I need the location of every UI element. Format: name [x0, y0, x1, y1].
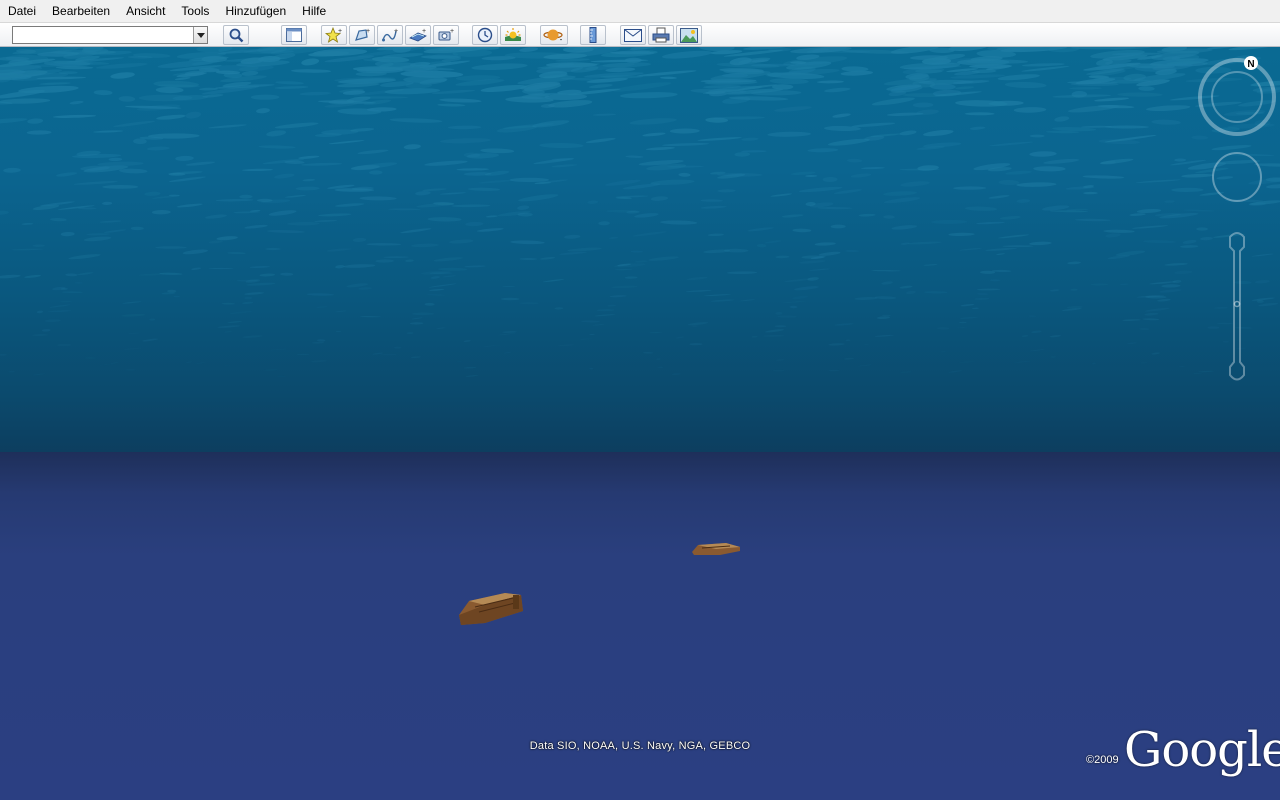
- svg-text:+: +: [422, 28, 426, 35]
- map-view[interactable]: N Data SIO, NOAA, U.S. Navy, NGA, GEBCO …: [0, 47, 1280, 800]
- menu-tools[interactable]: Tools: [173, 0, 217, 22]
- chevron-down-icon: [196, 32, 205, 38]
- menu-hinzufuegen[interactable]: Hinzufügen: [217, 0, 294, 22]
- menu-bar: Datei Bearbeiten Ansicht Tools Hinzufüge…: [0, 0, 1280, 22]
- svg-text:+: +: [394, 28, 398, 35]
- look-joystick[interactable]: [1198, 58, 1276, 136]
- sun-icon: [505, 28, 521, 41]
- svg-text:+: +: [366, 28, 370, 35]
- search-button[interactable]: [223, 25, 249, 45]
- add-placemark-button[interactable]: +: [321, 25, 347, 45]
- sidebar-toggle-button[interactable]: [281, 25, 307, 45]
- google-logo: Google: [1124, 722, 1280, 778]
- envelope-icon: [624, 28, 642, 42]
- menu-ansicht[interactable]: Ansicht: [118, 0, 173, 22]
- navigation-controls: N: [1198, 56, 1276, 381]
- data-credits: Data SIO, NOAA, U.S. Navy, NGA, GEBCO: [529, 740, 751, 752]
- record-tour-icon: +: [438, 28, 454, 41]
- planet-icon: [543, 29, 563, 41]
- map-image-icon: [680, 27, 698, 43]
- svg-text:+: +: [450, 28, 454, 35]
- compass-north-label: N: [1247, 59, 1254, 70]
- search-input[interactable]: [13, 27, 197, 43]
- printer-icon: [652, 27, 670, 43]
- add-polygon-button[interactable]: +: [349, 25, 375, 45]
- sidebar-icon: [286, 28, 302, 42]
- menu-hilfe[interactable]: Hilfe: [294, 0, 334, 22]
- shipwreck-bow[interactable]: [455, 585, 527, 631]
- email-button[interactable]: [620, 25, 646, 45]
- zoom-slider[interactable]: [1229, 232, 1245, 381]
- sunlight-button[interactable]: [500, 25, 526, 45]
- ruler-button[interactable]: [580, 25, 606, 45]
- menu-datei[interactable]: Datei: [0, 0, 44, 22]
- switch-planet-button[interactable]: [540, 25, 568, 45]
- magnifier-icon: [229, 28, 244, 43]
- record-tour-button[interactable]: +: [433, 25, 459, 45]
- ruler-icon: [589, 27, 597, 43]
- compass-north-indicator[interactable]: N: [1244, 56, 1258, 70]
- pushpin-icon: +: [325, 27, 342, 43]
- search-combobox: [12, 26, 208, 44]
- menu-bearbeiten[interactable]: Bearbeiten: [44, 0, 118, 22]
- view-in-maps-button[interactable]: [676, 25, 702, 45]
- path-icon: +: [382, 28, 398, 42]
- move-joystick[interactable]: [1212, 152, 1262, 202]
- shipwreck-stern[interactable]: [690, 540, 744, 558]
- toolbar: + + + + +: [0, 22, 1280, 47]
- search-dropdown-button[interactable]: [193, 27, 207, 43]
- polygon-icon: +: [355, 28, 370, 41]
- svg-text:+: +: [338, 28, 342, 35]
- print-button[interactable]: [648, 25, 674, 45]
- clock-icon: [477, 27, 493, 43]
- add-path-button[interactable]: +: [377, 25, 403, 45]
- add-image-overlay-button[interactable]: +: [405, 25, 431, 45]
- water-ripples: [0, 47, 1280, 377]
- image-overlay-icon: +: [409, 28, 427, 42]
- historical-imagery-button[interactable]: [472, 25, 498, 45]
- copyright-year: ©2009: [1086, 754, 1119, 766]
